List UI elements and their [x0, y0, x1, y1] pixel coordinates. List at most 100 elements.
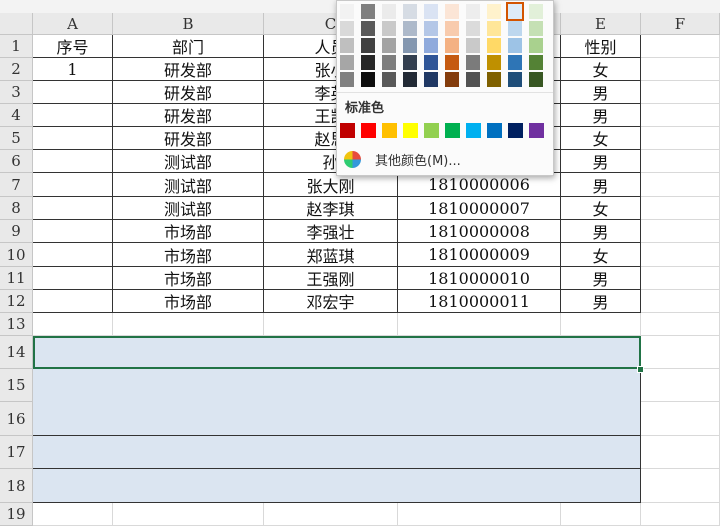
color-swatch[interactable]	[487, 55, 501, 70]
more-colors-button[interactable]: 其他颜色(M)...	[341, 147, 547, 171]
cell-e10[interactable]: 女	[561, 243, 641, 267]
row-header-17[interactable]: 17	[0, 436, 33, 469]
cell-f2[interactable]	[641, 58, 720, 81]
cell-a12[interactable]	[33, 290, 113, 313]
color-swatch[interactable]	[466, 72, 480, 87]
color-swatch[interactable]	[487, 21, 501, 36]
cell-b6[interactable]: 测试部	[113, 150, 264, 173]
cell-e7[interactable]: 男	[561, 173, 641, 197]
standard-color-swatch[interactable]	[424, 123, 439, 138]
color-swatch[interactable]	[506, 2, 524, 21]
cell-a2[interactable]: 1	[33, 58, 113, 81]
row-header-7[interactable]: 7	[0, 173, 33, 197]
color-swatch[interactable]	[340, 38, 354, 53]
cell-b5[interactable]: 研发部	[113, 127, 264, 150]
cell-f3[interactable]	[641, 81, 720, 104]
row-header-2[interactable]: 2	[0, 58, 33, 81]
cell-f17[interactable]	[641, 436, 720, 469]
color-swatch[interactable]	[382, 4, 396, 19]
color-swatch[interactable]	[529, 4, 543, 19]
cell-c11[interactable]: 王强刚	[264, 267, 398, 290]
cell-f4[interactable]	[641, 104, 720, 127]
cell-e11[interactable]: 男	[561, 267, 641, 290]
color-swatch[interactable]	[424, 21, 438, 36]
standard-color-swatch[interactable]	[529, 123, 544, 138]
cell-d19[interactable]	[398, 503, 561, 526]
cell-f14[interactable]	[641, 336, 720, 369]
color-swatch[interactable]	[403, 4, 417, 19]
row-header-12[interactable]: 12	[0, 290, 33, 313]
cell-f9[interactable]	[641, 220, 720, 243]
color-swatch[interactable]	[508, 72, 522, 87]
color-swatch[interactable]	[361, 21, 375, 36]
cell-c12[interactable]: 邓宏宇	[264, 290, 398, 313]
color-swatch[interactable]	[382, 38, 396, 53]
color-swatch[interactable]	[487, 72, 501, 87]
cell-e3[interactable]: 男	[561, 81, 641, 104]
cell-b8[interactable]: 测试部	[113, 197, 264, 220]
standard-color-swatch[interactable]	[382, 123, 397, 138]
color-swatch[interactable]	[487, 38, 501, 53]
cell-c9[interactable]: 李强壮	[264, 220, 398, 243]
cell-b11[interactable]: 市场部	[113, 267, 264, 290]
column-header-a[interactable]: A	[33, 13, 113, 35]
cell-d13[interactable]	[398, 313, 561, 336]
color-swatch[interactable]	[508, 38, 522, 53]
color-swatch[interactable]	[529, 38, 543, 53]
color-swatch[interactable]	[466, 21, 480, 36]
standard-color-swatch[interactable]	[340, 123, 355, 138]
color-swatch[interactable]	[508, 55, 522, 70]
cell-f16[interactable]	[641, 402, 720, 436]
cell-f8[interactable]	[641, 197, 720, 220]
cell-a5[interactable]	[33, 127, 113, 150]
cell-f15[interactable]	[641, 369, 720, 402]
select-all-corner[interactable]	[0, 13, 33, 35]
color-swatch[interactable]	[445, 4, 459, 19]
color-swatch[interactable]	[487, 4, 501, 19]
cell-f10[interactable]	[641, 243, 720, 267]
cell-b3[interactable]: 研发部	[113, 81, 264, 104]
color-swatch[interactable]	[382, 72, 396, 87]
color-swatch[interactable]	[361, 4, 375, 19]
color-swatch[interactable]	[424, 55, 438, 70]
cell-a3[interactable]	[33, 81, 113, 104]
column-header-f[interactable]: F	[641, 13, 720, 35]
color-swatch[interactable]	[340, 21, 354, 36]
cell-f12[interactable]	[641, 290, 720, 313]
row-header-1[interactable]: 1	[0, 35, 33, 58]
color-swatch[interactable]	[361, 38, 375, 53]
cell-a8[interactable]	[33, 197, 113, 220]
row-header-14[interactable]: 14	[0, 336, 33, 369]
column-header-b[interactable]: B	[113, 13, 264, 35]
cell-b12[interactable]: 市场部	[113, 290, 264, 313]
row-header-19[interactable]: 19	[0, 503, 33, 526]
cell-f1[interactable]	[641, 35, 720, 58]
color-swatch[interactable]	[445, 38, 459, 53]
row-header-3[interactable]: 3	[0, 81, 33, 104]
standard-color-swatch[interactable]	[403, 123, 418, 138]
cell-b9[interactable]: 市场部	[113, 220, 264, 243]
row-header-13[interactable]: 13	[0, 313, 33, 336]
color-swatch[interactable]	[340, 55, 354, 70]
color-swatch[interactable]	[361, 72, 375, 87]
cell-c8[interactable]: 赵李琪	[264, 197, 398, 220]
merged-cell-rows-15-16[interactable]	[33, 369, 641, 436]
cell-f19[interactable]	[641, 503, 720, 526]
color-swatch[interactable]	[340, 72, 354, 87]
color-swatch[interactable]	[508, 21, 522, 36]
cell-a1[interactable]: 序号	[33, 35, 113, 58]
cell-e6[interactable]: 男	[561, 150, 641, 173]
cell-e9[interactable]: 男	[561, 220, 641, 243]
color-swatch[interactable]	[466, 55, 480, 70]
color-swatch[interactable]	[382, 55, 396, 70]
cell-e19[interactable]	[561, 503, 641, 526]
cell-d9[interactable]: 1810000008	[398, 220, 561, 243]
standard-color-swatch[interactable]	[508, 123, 523, 138]
cell-d11[interactable]: 1810000010	[398, 267, 561, 290]
color-swatch[interactable]	[382, 21, 396, 36]
cell-e12[interactable]: 男	[561, 290, 641, 313]
row-header-11[interactable]: 11	[0, 267, 33, 290]
row-header-9[interactable]: 9	[0, 220, 33, 243]
color-swatch[interactable]	[361, 55, 375, 70]
cell-a10[interactable]	[33, 243, 113, 267]
